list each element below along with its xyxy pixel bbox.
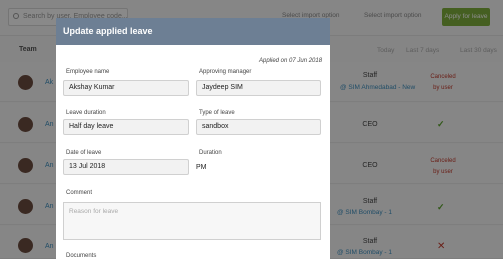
approving-manager-label: Approving manager [199,69,252,75]
approving-manager-field[interactable]: Jaydeep SIM [196,80,321,96]
comment-label: Comment [66,190,93,196]
leave-duration-field[interactable]: Half day leave [63,119,189,135]
date-of-leave-field[interactable]: 13 Jul 2018 [63,159,189,175]
employee-name-label: Employee name [66,69,110,75]
type-of-leave-label: Type of leave [199,110,235,116]
employee-name-field[interactable]: Akshay Kumar [63,80,189,96]
modal-title: Update applied leave [56,18,330,45]
duration-value: PM [196,164,207,171]
comment-textarea[interactable]: Reason for leave [63,202,321,240]
date-of-leave-label: Date of leave [66,150,102,156]
type-of-leave-field[interactable]: sandbox [196,119,321,135]
leave-duration-label: Leave duration [66,110,106,116]
duration-label: Duration [199,150,222,156]
applied-on-date: Applied on 07 Jun 2018 [259,58,323,64]
documents-label: Documents [66,253,97,259]
